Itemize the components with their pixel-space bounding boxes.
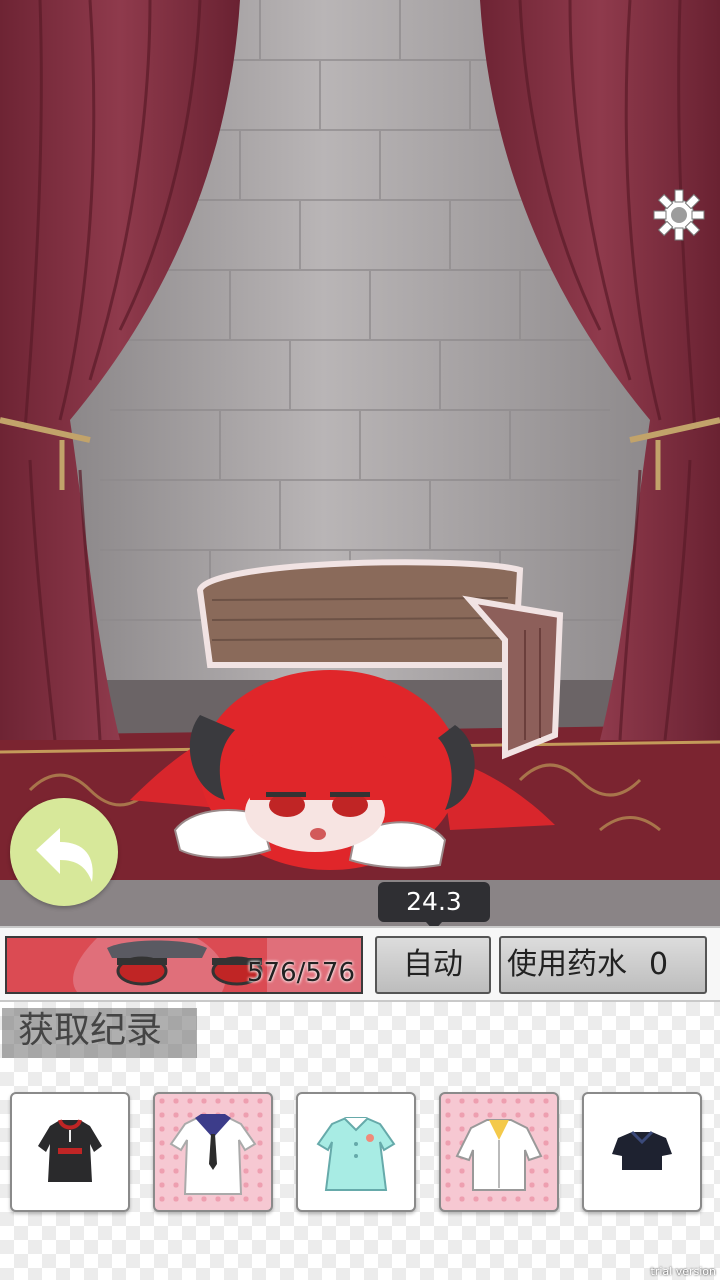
item-black-top[interactable]: [582, 1092, 702, 1212]
item-white-blouse[interactable]: [439, 1092, 559, 1212]
record-panel: 获取纪录 trial version: [0, 1002, 720, 1280]
status-bar: 576/576 自动 使用药水 0: [0, 926, 720, 1002]
sailor-uniform-icon: [169, 1114, 257, 1195]
black-hoodie-dress-icon: [38, 1119, 102, 1182]
settings-button[interactable]: [650, 186, 708, 244]
auto-button-label: 自动: [403, 947, 463, 982]
record-title-banner: 获取纪录: [2, 1008, 197, 1058]
item-sailor-uniform[interactable]: [153, 1092, 273, 1212]
stage-illustration: [0, 0, 720, 930]
mint-dress-icon: [316, 1117, 396, 1191]
potion-count: 0: [649, 947, 669, 982]
auto-button[interactable]: 自动: [375, 936, 491, 994]
hp-bar: 576/576: [5, 936, 363, 994]
white-blouse-icon: [455, 1119, 543, 1191]
game-scene: [0, 0, 720, 930]
back-arrow-icon: [36, 828, 93, 882]
black-top-icon: [612, 1130, 672, 1170]
use-potion-button[interactable]: 使用药水 0: [499, 936, 707, 994]
gear-icon: [653, 189, 705, 241]
timer-bubble: 24.3: [378, 882, 490, 931]
record-title: 获取纪录: [18, 1010, 163, 1051]
potion-button-label: 使用药水: [507, 947, 627, 982]
timer-value: 24.3: [406, 887, 462, 916]
item-black-hoodie-dress[interactable]: [10, 1092, 130, 1212]
character-portrait: [7, 938, 267, 992]
hp-value: 576/576: [246, 958, 355, 988]
trial-watermark: trial version: [650, 1265, 716, 1278]
item-mint-dress[interactable]: [296, 1092, 416, 1212]
back-button[interactable]: [10, 798, 118, 906]
